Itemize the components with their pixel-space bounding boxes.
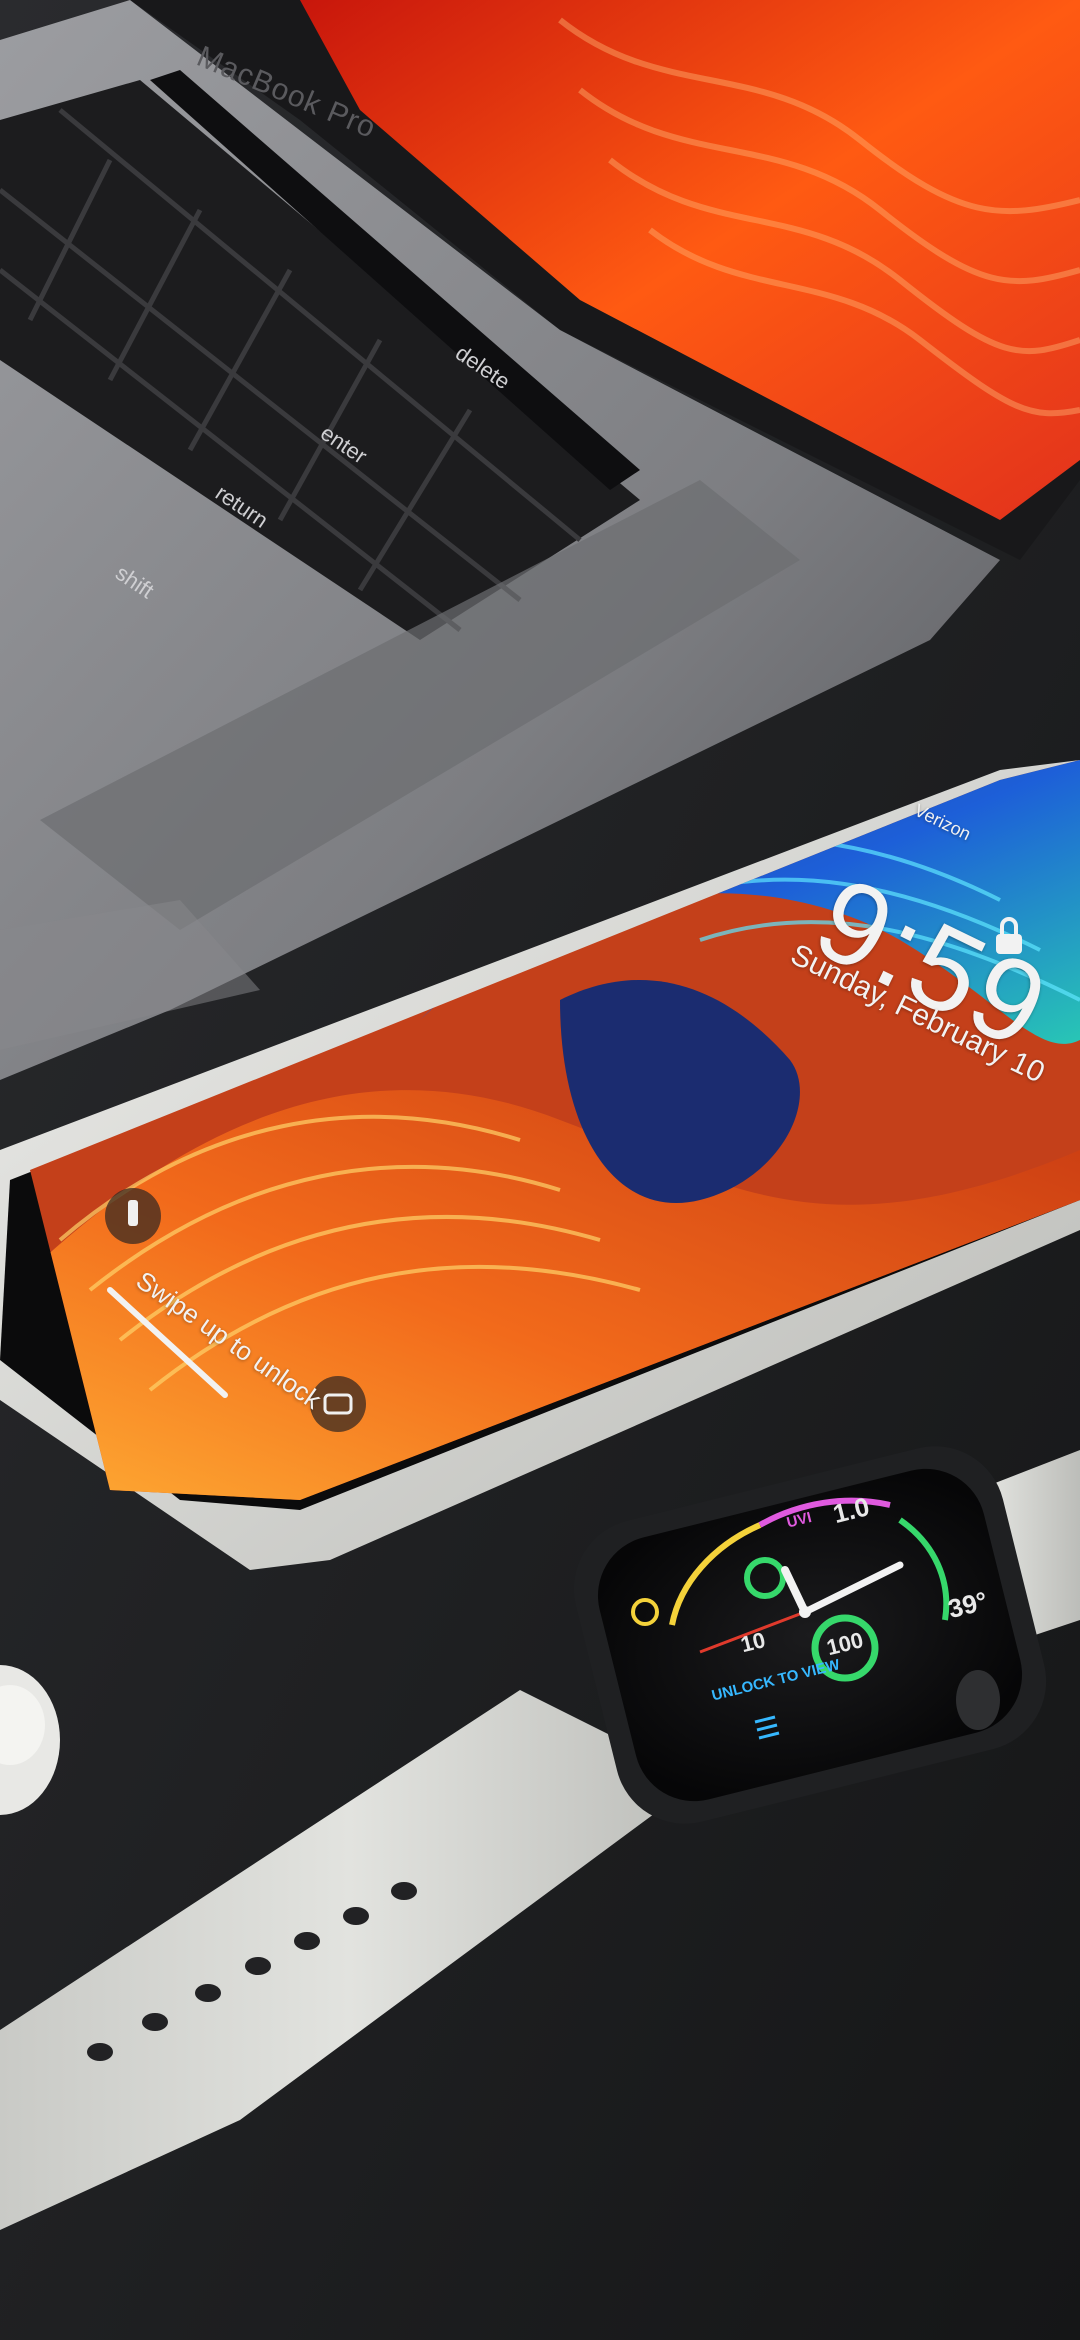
watch-crown [956, 1670, 1000, 1730]
photo-scene: MacBook Pro delete enter return shift Ve… [0, 0, 1080, 2340]
flashlight-icon [128, 1200, 138, 1226]
scene-illustration [0, 0, 1080, 2340]
